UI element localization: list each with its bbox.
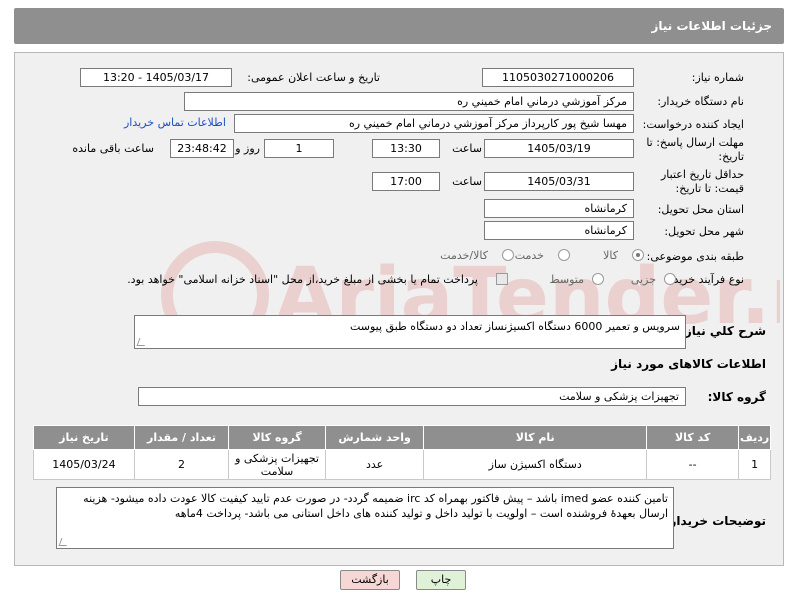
treasury-payment-note: پرداخت تمام یا بخشی از مبلغ خرید،از محل … xyxy=(127,273,478,286)
delivery-city-label: شهر محل تحویل: xyxy=(664,225,744,238)
category-goods-label: کالا xyxy=(603,249,618,262)
col-header-goods-group: گروه کالا xyxy=(228,425,326,450)
buyer-contact-link[interactable]: اطلاعات تماس خریدار xyxy=(124,116,226,129)
buyer-notes-label: توضیحات خریدار: xyxy=(664,514,766,528)
purchase-process-label: نوع فرآیند خرید : xyxy=(666,273,744,286)
cell-goods-code: -- xyxy=(645,449,740,480)
delivery-city-value: کرمانشاه xyxy=(484,221,634,240)
col-header-quantity: تعداد / مقدار xyxy=(133,425,230,450)
buyer-notes-text: تامین کننده عضو imed باشد – پیش فاکتور ب… xyxy=(83,492,668,520)
process-medium-label: متوسط xyxy=(549,273,584,286)
items-info-heading: اطلاعات کالاهای مورد نیاز xyxy=(611,357,766,371)
col-header-goods-code: کد کالا xyxy=(645,425,740,450)
table-header-row: ردیف کد کالا نام کالا واحد شمارش گروه کا… xyxy=(33,425,771,450)
cell-goods-group: تجهیزات پزشکی و سلامت xyxy=(228,449,326,480)
cell-row-number: 1 xyxy=(738,449,771,480)
category-service-label: خدمت xyxy=(514,249,544,262)
price-time-value: 17:00 xyxy=(372,172,440,191)
table-row: 1 -- دستگاه اکسیژن ساز عدد تجهیزات پزشکی… xyxy=(33,449,771,480)
items-table: ردیف کد کالا نام کالا واحد شمارش گروه کا… xyxy=(33,425,771,480)
day-and-label: روز و xyxy=(235,142,260,155)
buyer-notes-box: تامین کننده عضو imed باشد – پیش فاکتور ب… xyxy=(56,487,674,549)
need-description-label: شرح کلي نياز: xyxy=(680,324,766,338)
page-title: جزئیات اطلاعات نیاز xyxy=(14,8,784,44)
print-button[interactable]: چاپ xyxy=(416,570,466,590)
col-header-need-date: تاریخ نیاز xyxy=(33,425,135,450)
col-header-row-number: ردیف xyxy=(738,425,771,450)
requester-value: مهسا شیخ پور کارپرداز مرکز آموزشي درماني… xyxy=(234,114,634,133)
price-date-value: 1405/03/31 xyxy=(484,172,634,191)
cell-quantity: 2 xyxy=(133,449,230,480)
cell-goods-name: دستگاه اکسیژن ساز xyxy=(423,449,647,480)
announce-datetime-value: 1405/03/17 - 13:20 xyxy=(80,68,232,87)
category-goods-radio[interactable] xyxy=(632,249,644,261)
process-minor-radio[interactable] xyxy=(664,273,676,285)
treasury-payment-checkbox[interactable] xyxy=(496,273,508,285)
process-minor-label: جزیی xyxy=(630,273,656,286)
goods-group-label: گروه کالا: xyxy=(707,390,766,404)
reply-time-value: 13:30 xyxy=(372,139,440,158)
resize-grip-icon[interactable] xyxy=(136,338,148,346)
category-service-radio[interactable] xyxy=(558,249,570,261)
cell-need-date: 1405/03/24 xyxy=(33,449,135,480)
need-number-value: 1105030271000206 xyxy=(482,68,634,87)
price-validity-label: حداقل تاریخ اعتبار قیمت: تا تاریخ: xyxy=(660,168,744,195)
requester-label: ایجاد کننده درخواست: xyxy=(642,118,744,131)
need-description-text: سرویس و تعمیر 6000 دستگاه اکسیژنساز تعدا… xyxy=(349,320,680,333)
delivery-province-value: کرمانشاه xyxy=(484,199,634,218)
subject-category-label: طبقه بندی موضوعی: xyxy=(646,250,744,263)
reply-days-value: 1 xyxy=(264,139,334,158)
goods-group-value: تجهیزات پزشکی و سلامت xyxy=(138,387,686,406)
process-medium-radio[interactable] xyxy=(592,273,604,285)
category-goods-service-label: کالا/خدمت xyxy=(440,249,488,262)
col-header-unit: واحد شمارش xyxy=(324,425,425,450)
reply-remaining-value: 23:48:42 xyxy=(170,139,234,158)
price-time-label: ساعت xyxy=(452,175,482,188)
reply-deadline-label: مهلت ارسال پاسخ: تا تاریخ: xyxy=(646,136,744,163)
col-header-goods-name: نام کالا xyxy=(423,425,647,450)
back-button[interactable]: بازگشت xyxy=(340,570,400,590)
delivery-province-label: استان محل تحویل: xyxy=(657,203,744,216)
announce-datetime-label: تاریخ و ساعت اعلان عمومی: xyxy=(247,71,380,84)
remaining-time-label: ساعت باقی مانده xyxy=(72,142,154,155)
reply-date-value: 1405/03/19 xyxy=(484,139,634,158)
resize-grip-icon[interactable] xyxy=(58,538,70,546)
need-number-label: شماره نیاز: xyxy=(691,71,744,84)
cell-unit: عدد xyxy=(324,449,425,480)
reply-time-label: ساعت xyxy=(452,142,482,155)
need-description-box: سرویس و تعمیر 6000 دستگاه اکسیژنساز تعدا… xyxy=(134,315,686,349)
category-goods-service-radio[interactable] xyxy=(502,249,514,261)
buyer-org-value: مرکز آموزشي درماني امام خميني ره xyxy=(184,92,634,111)
buyer-org-label: نام دستگاه خریدار: xyxy=(657,95,744,108)
